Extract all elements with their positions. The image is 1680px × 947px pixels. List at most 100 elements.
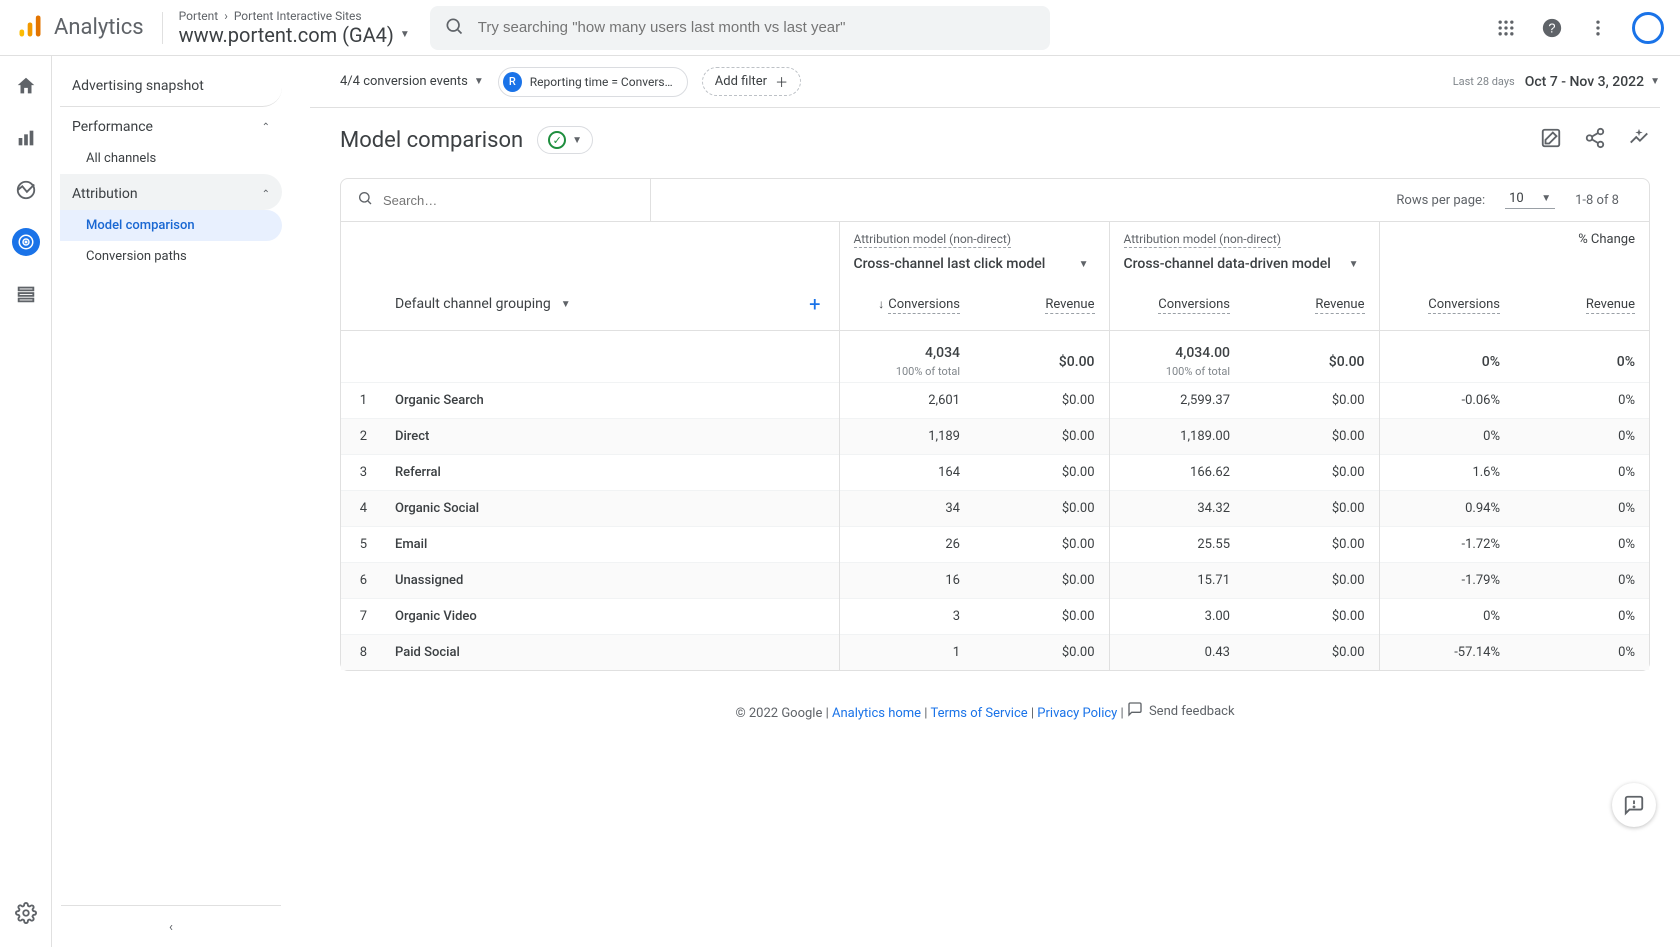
breadcrumb: Portent › Portent Interactive Sites: [179, 9, 410, 23]
model-b-value: Cross-channel data-driven model: [1124, 256, 1331, 272]
sidebar: Advertising snapshot Performance ⌃ All c…: [52, 56, 290, 947]
chevron-left-icon: ‹: [169, 920, 173, 935]
model-b-label: Attribution model (non-direct): [1124, 232, 1282, 248]
model-b-select[interactable]: Cross-channel data-driven model ▼: [1124, 256, 1365, 272]
rail-explore-icon[interactable]: [12, 176, 40, 204]
metric-conversions-a[interactable]: Conversions: [888, 297, 960, 314]
add-filter-button[interactable]: Add filter ＋: [702, 67, 801, 96]
table-row[interactable]: 4Organic Social34$0.0034.32$0.000.94%0%: [341, 491, 1649, 527]
property-name: www.portent.com (GA4): [179, 23, 394, 47]
conversion-events-selector[interactable]: 4/4 conversion events ▼: [310, 74, 484, 89]
logo-block[interactable]: Analytics: [16, 12, 163, 44]
table-row[interactable]: 7Organic Video3$0.003.00$0.000%0%: [341, 599, 1649, 635]
customize-report-icon[interactable]: [1540, 127, 1562, 153]
total-conv-b: 4,034.00: [1175, 345, 1230, 361]
search-input[interactable]: [478, 19, 1036, 36]
chip-text: Reporting time = Conversio…: [530, 75, 675, 89]
feedback-fab[interactable]: [1612, 783, 1656, 827]
rail-advertising-icon[interactable]: [12, 228, 40, 256]
sidebar-item-model-comparison[interactable]: Model comparison: [60, 210, 282, 241]
chevron-down-icon: ▼: [1650, 76, 1660, 87]
total-rev-a: $0.00: [1059, 354, 1095, 370]
send-feedback-button[interactable]: Send feedback: [1127, 701, 1235, 721]
help-icon[interactable]: ?: [1540, 16, 1564, 40]
sidebar-group-label: Performance: [72, 119, 153, 135]
rail-reports-icon[interactable]: [12, 124, 40, 152]
property-picker[interactable]: Portent › Portent Interactive Sites www.…: [179, 9, 410, 47]
sidebar-item-conversion-paths[interactable]: Conversion paths: [60, 241, 282, 272]
title-bar: Model comparison ✓ ▼: [310, 108, 1660, 162]
metric-revenue-b[interactable]: Revenue: [1315, 297, 1364, 314]
svg-text:?: ?: [1548, 20, 1555, 35]
rows-per-page-select[interactable]: 10 ▼: [1505, 191, 1555, 209]
chevron-right-icon: ›: [224, 9, 228, 23]
check-icon: ✓: [548, 131, 566, 149]
app-header: Analytics Portent › Portent Interactive …: [0, 0, 1680, 56]
breadcrumb-account: Portent: [179, 9, 219, 23]
rail-configure-icon[interactable]: [12, 280, 40, 308]
product-name: Analytics: [54, 15, 144, 40]
table-row[interactable]: 1Organic Search2,601$0.002,599.37$0.00-0…: [341, 383, 1649, 419]
table-search[interactable]: [341, 179, 651, 221]
more-icon[interactable]: [1586, 16, 1610, 40]
metric-revenue-a[interactable]: Revenue: [1045, 297, 1094, 314]
feedback-icon: [1127, 701, 1143, 721]
table-row[interactable]: 3Referral164$0.00166.62$0.001.6%0%: [341, 455, 1649, 491]
global-search[interactable]: [430, 6, 1050, 50]
breadcrumb-property: Portent Interactive Sites: [234, 9, 362, 23]
footer-link-privacy[interactable]: Privacy Policy: [1037, 706, 1117, 721]
sidebar-item-snapshot[interactable]: Advertising snapshot: [60, 68, 282, 107]
sidebar-item-all-channels[interactable]: All channels: [60, 143, 282, 174]
reporting-time-chip[interactable]: R Reporting time = Conversio…: [498, 67, 688, 97]
copyright: © 2022 Google: [735, 706, 822, 721]
total-chg-rev: 0%: [1617, 354, 1635, 370]
chevron-down-icon: ▼: [561, 299, 571, 310]
status-chip[interactable]: ✓ ▼: [537, 126, 593, 154]
plus-icon: ＋: [775, 72, 788, 91]
model-a-label: Attribution model (non-direct): [854, 232, 1012, 248]
rows-per-page-value: 10: [1509, 191, 1524, 206]
footer-link-home[interactable]: Analytics home: [832, 706, 921, 721]
metric-conversions-b[interactable]: Conversions: [1158, 297, 1230, 314]
comparison-table: Attribution model (non-direct) Cross-cha…: [341, 222, 1649, 670]
rows-per-page-label: Rows per page:: [1396, 193, 1485, 208]
sidebar-group-attribution[interactable]: Attribution ⌃: [60, 174, 282, 210]
date-range-picker[interactable]: Oct 7 - Nov 3, 2022 ▼: [1525, 74, 1660, 90]
table-row[interactable]: 5Email26$0.0025.55$0.00-1.72%0%: [341, 527, 1649, 563]
chevron-down-icon: ▼: [1079, 259, 1089, 270]
report-toolbar: 4/4 conversion events ▼ R Reporting time…: [310, 56, 1660, 108]
analytics-logo-icon: [16, 12, 44, 44]
dimension-picker[interactable]: Default channel grouping ▼ +: [355, 292, 825, 316]
table-row[interactable]: 6Unassigned16$0.0015.71$0.00-1.79%0%: [341, 563, 1649, 599]
conversion-events-label: 4/4 conversion events: [340, 74, 468, 89]
table-row[interactable]: 2Direct1,189$0.001,189.00$0.000%0%: [341, 419, 1649, 455]
total-conv-a: 4,034: [925, 345, 960, 361]
rail-admin-icon[interactable]: [12, 899, 40, 927]
insights-icon[interactable]: [1628, 127, 1650, 153]
footer-link-terms[interactable]: Terms of Service: [930, 706, 1027, 721]
sidebar-collapse-button[interactable]: ‹: [61, 905, 281, 935]
search-icon: [357, 190, 373, 210]
change-label: % Change: [1578, 232, 1635, 247]
model-a-select[interactable]: Cross-channel last click model ▼: [854, 256, 1095, 272]
date-range-value: Oct 7 - Nov 3, 2022: [1525, 74, 1644, 90]
total-conv-b-sub: 100% of total: [1124, 361, 1231, 378]
left-rail: [0, 56, 52, 947]
send-feedback-label: Send feedback: [1149, 704, 1235, 719]
main: 4/4 conversion events ▼ R Reporting time…: [290, 56, 1680, 947]
table-row[interactable]: 8Paid Social1$0.000.43$0.00-57.14%0%: [341, 635, 1649, 671]
apps-icon[interactable]: [1494, 16, 1518, 40]
rail-home-icon[interactable]: [12, 72, 40, 100]
sort-desc-icon[interactable]: ↓: [878, 297, 884, 311]
account-avatar[interactable]: [1632, 12, 1664, 44]
sidebar-group-performance[interactable]: Performance ⌃: [60, 107, 282, 143]
metric-conversions-change[interactable]: Conversions: [1428, 297, 1500, 314]
data-card: Rows per page: 10 ▼ 1-8 of 8 Attribution…: [340, 178, 1650, 671]
total-rev-b: $0.00: [1329, 354, 1365, 370]
share-icon[interactable]: [1584, 127, 1606, 153]
metric-revenue-change[interactable]: Revenue: [1586, 297, 1635, 314]
table-search-input[interactable]: [383, 193, 634, 208]
model-a-value: Cross-channel last click model: [854, 256, 1046, 272]
add-dimension-button[interactable]: +: [809, 292, 824, 316]
chevron-up-icon: ⌃: [262, 189, 270, 200]
